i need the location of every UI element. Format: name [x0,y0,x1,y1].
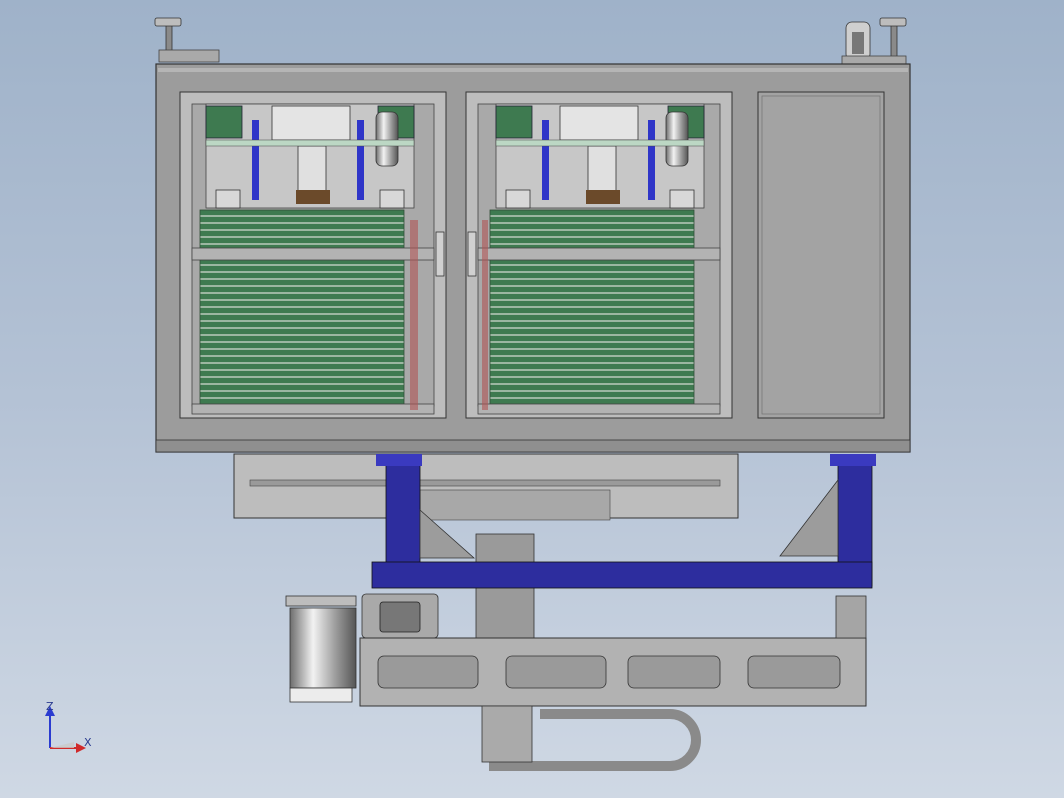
storage-bay-right [465,91,733,419]
z-axis-label: Z [46,700,54,713]
door-latch-left [435,231,445,277]
storage-bay-left [179,91,447,419]
tray-stack-right [489,209,695,407]
tray-stack-left [199,209,405,407]
leveling-foot-left [154,17,220,63]
x-axis-label: X [84,736,92,749]
cad-viewport[interactable]: Z X [0,0,1064,798]
leveling-foot-right [841,17,907,65]
machine-assembly-drawing: Z X [45,17,911,771]
side-access-panel [757,91,885,419]
coordinate-triad: Z X [45,700,92,753]
door-latch-right [467,231,477,277]
